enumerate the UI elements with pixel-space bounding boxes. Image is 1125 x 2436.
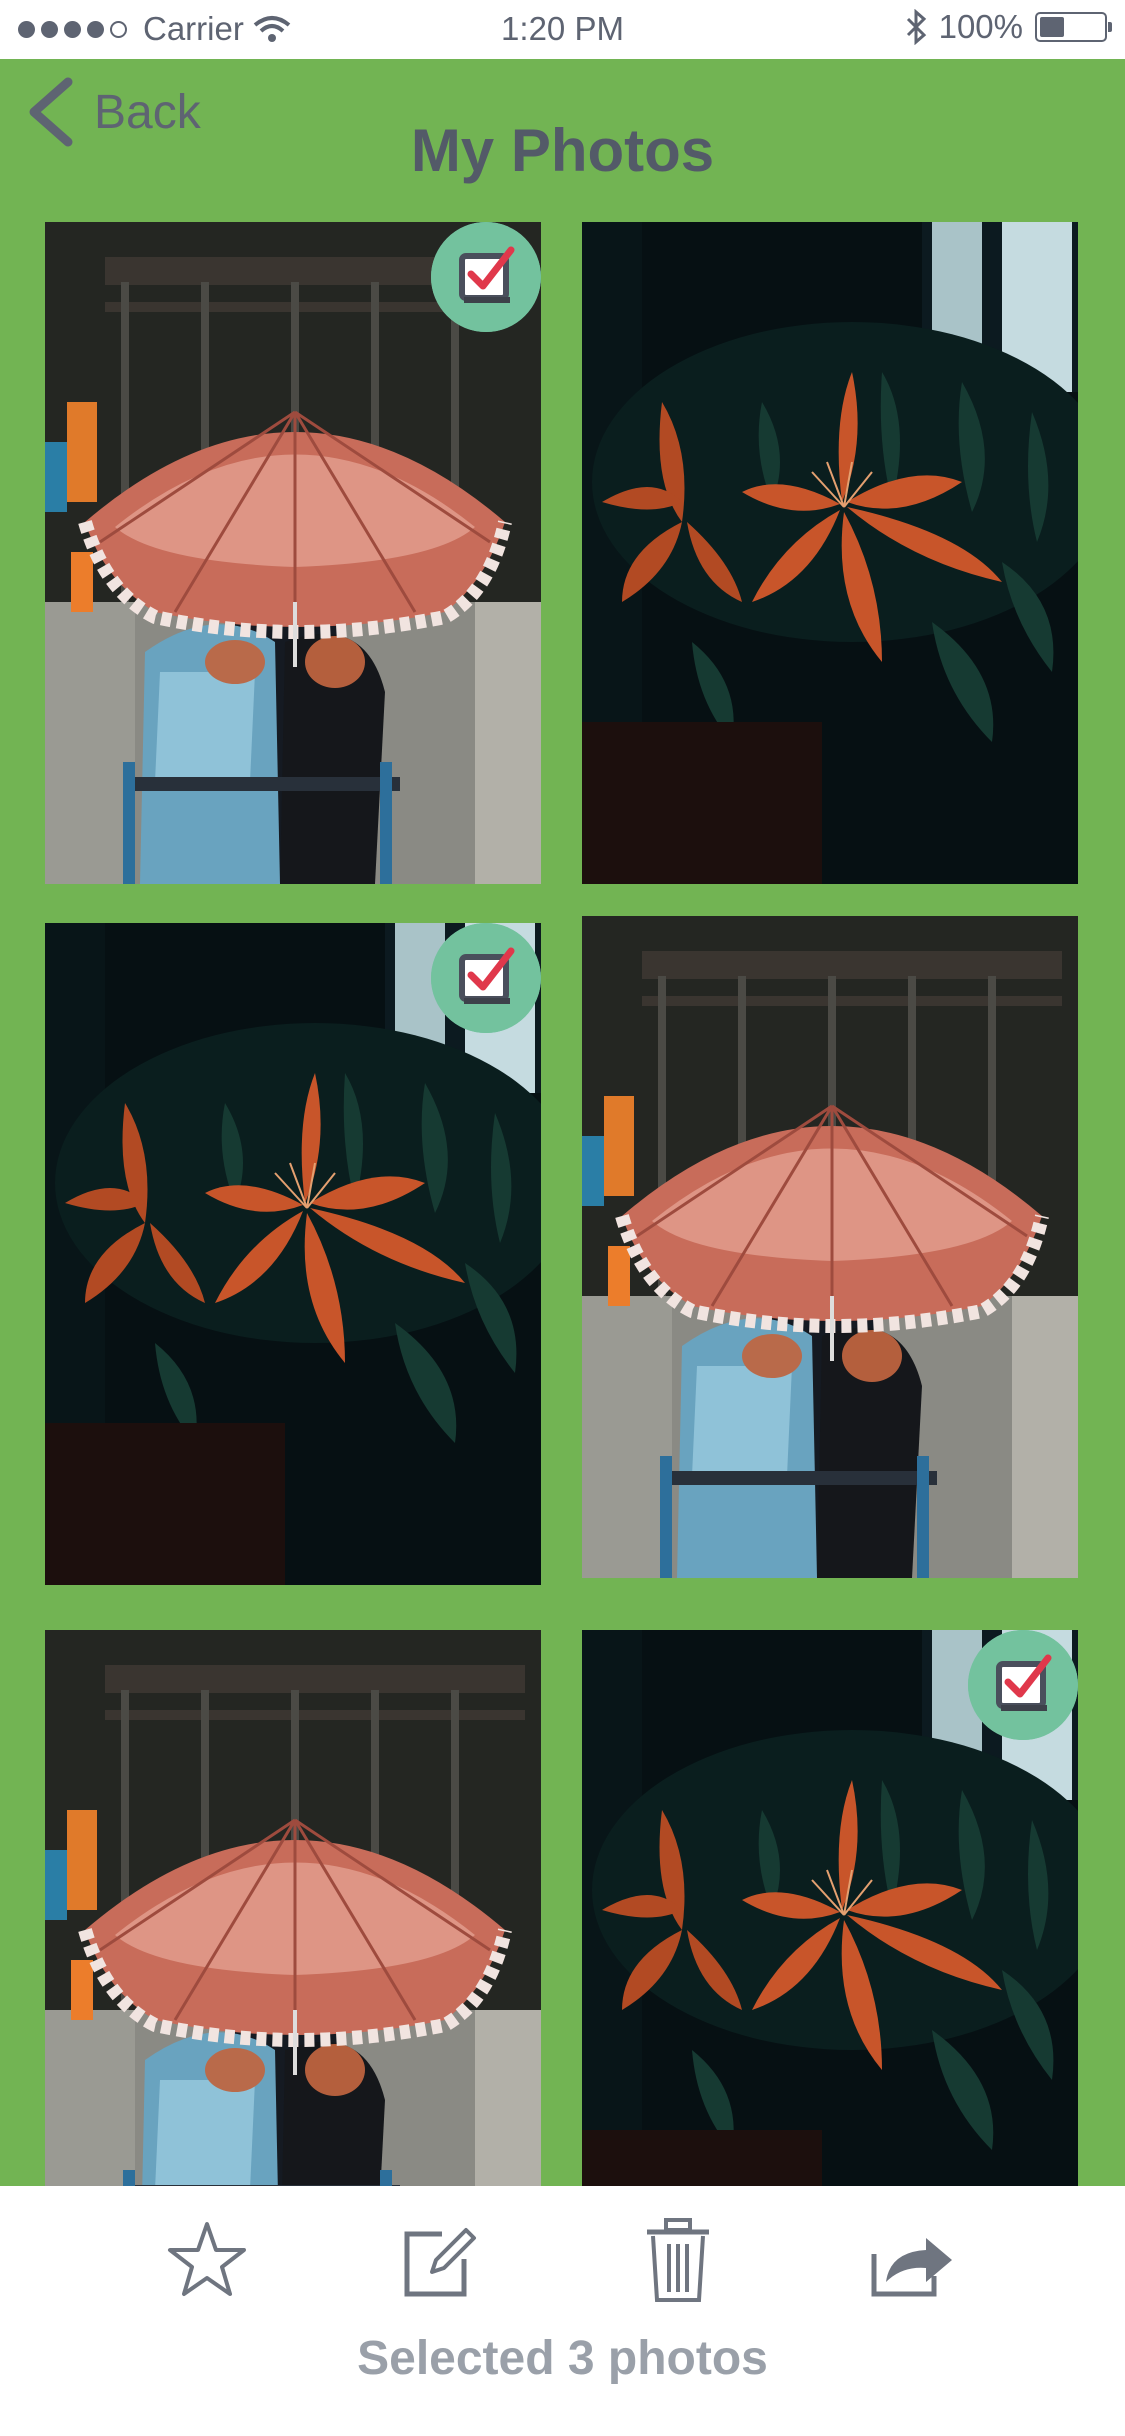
delete-button[interactable] <box>633 2214 723 2304</box>
edit-icon <box>404 2228 476 2297</box>
page-title: My Photos <box>410 117 715 184</box>
selection-count-label: Selected 3 photos <box>357 2332 768 2385</box>
share-button[interactable] <box>866 2214 956 2304</box>
favorite-button[interactable] <box>162 2214 252 2304</box>
share-icon <box>871 2238 952 2297</box>
photo-lily <box>582 222 1078 884</box>
bluetooth-icon <box>906 9 926 45</box>
trash-icon <box>647 2218 709 2302</box>
bottom-toolbar: Selected 3 photos <box>0 2186 1125 2436</box>
status-right: 100% <box>905 8 1112 46</box>
selected-check-icon[interactable] <box>968 1630 1078 1740</box>
selected-check-icon[interactable] <box>431 923 541 1033</box>
selected-check-icon[interactable] <box>431 222 541 332</box>
battery-icon <box>1035 12 1112 42</box>
photo-umbrella <box>582 916 1078 1578</box>
photo-tile[interactable] <box>45 923 541 1585</box>
status-bar: Carrier 1:20 PM 100% <box>0 0 1125 59</box>
photo-tile[interactable] <box>45 222 541 884</box>
photo-tile[interactable] <box>582 222 1078 884</box>
photo-tile[interactable] <box>582 916 1078 1578</box>
star-icon <box>168 2222 246 2296</box>
battery-label: 100% <box>938 8 1023 45</box>
edit-button[interactable] <box>392 2214 482 2304</box>
